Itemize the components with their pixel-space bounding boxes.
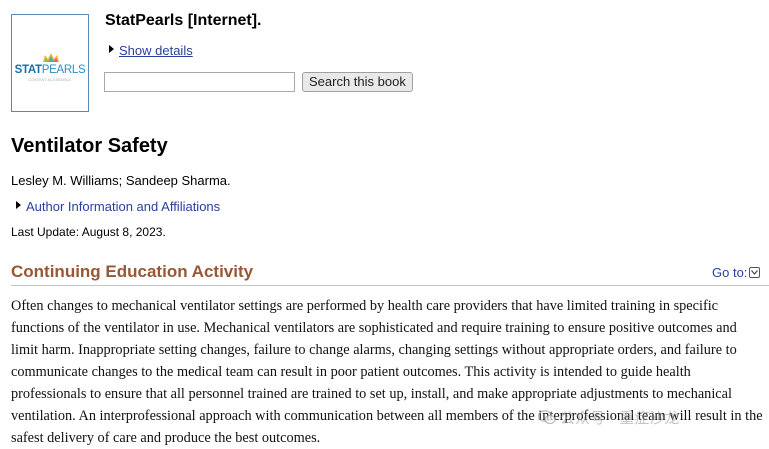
- article-title: Ventilator Safety: [11, 135, 168, 157]
- search-book-input[interactable]: [104, 72, 295, 92]
- chevron-down-icon[interactable]: [749, 267, 761, 278]
- watermark: 公众号 · 重症沙龙: [538, 407, 679, 428]
- statpearls-logo: STATPEARLS: [12, 64, 88, 76]
- watermark-text: 公众号 · 重症沙龙: [560, 409, 680, 427]
- author-affiliations-toggle[interactable]: Author Information and Affiliations: [16, 199, 220, 214]
- triangle-right-icon: [16, 201, 21, 209]
- logo-tagline: CONTENT ACCESSIBLE: [28, 78, 72, 82]
- logo-light-text: PEARLS: [41, 64, 86, 76]
- author-affiliations-link[interactable]: Author Information and Affiliations: [26, 199, 220, 214]
- goto-menu[interactable]: Go to:: [712, 265, 761, 280]
- crown-icon: [43, 53, 59, 62]
- book-cover[interactable]: STATPEARLS CONTENT ACCESSIBLE: [11, 14, 89, 112]
- search-book-button[interactable]: Search this book: [302, 72, 413, 92]
- last-update: Last Update: August 8, 2023.: [11, 225, 166, 239]
- book-title: StatPearls [Internet].: [105, 12, 262, 29]
- article-authors: Lesley M. Williams; Sandeep Sharma.: [11, 173, 231, 188]
- wechat-icon: [538, 410, 556, 425]
- goto-label: Go to:: [712, 265, 748, 280]
- show-details-toggle[interactable]: Show details: [109, 43, 193, 58]
- show-details-link[interactable]: Show details: [119, 43, 193, 58]
- logo-bold-text: STAT: [14, 64, 42, 76]
- section-divider: [11, 285, 769, 286]
- section-heading: Continuing Education Activity: [11, 262, 254, 281]
- triangle-right-icon: [109, 45, 114, 53]
